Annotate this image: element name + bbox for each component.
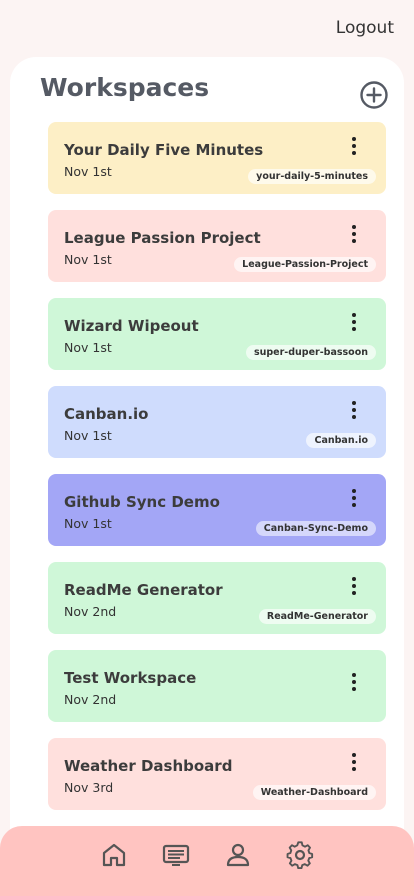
workspace-title: Weather Dashboard bbox=[64, 757, 233, 775]
repo-badge: League-Passion-Project bbox=[234, 257, 376, 272]
settings-icon[interactable] bbox=[286, 841, 314, 870]
workspace-card[interactable]: Canban.io Nov 1st Canban.io bbox=[48, 386, 386, 458]
workspace-card[interactable]: Weather Dashboard Nov 3rd Weather-Dashbo… bbox=[48, 738, 386, 810]
add-workspace-button[interactable] bbox=[359, 80, 389, 110]
workspace-date: Nov 1st bbox=[64, 428, 112, 443]
workspace-title: Your Daily Five Minutes bbox=[64, 141, 264, 159]
more-vertical-icon[interactable] bbox=[344, 670, 364, 694]
workspace-card[interactable]: Test Workspace Nov 2nd bbox=[48, 650, 386, 722]
more-vertical-icon[interactable] bbox=[344, 134, 364, 158]
workspace-date: Nov 1st bbox=[64, 516, 112, 531]
workspace-date: Nov 1st bbox=[64, 340, 112, 355]
home-icon[interactable] bbox=[100, 841, 128, 869]
page-title: Workspaces bbox=[40, 73, 210, 102]
workspace-date: Nov 1st bbox=[64, 164, 112, 179]
workspace-date: Nov 2nd bbox=[64, 692, 117, 707]
user-icon[interactable] bbox=[224, 841, 252, 869]
workspace-card[interactable]: ReadMe Generator Nov 2nd ReadMe-Generato… bbox=[48, 562, 386, 634]
workspace-card[interactable]: Your Daily Five Minutes Nov 1st your-dai… bbox=[48, 122, 386, 194]
more-vertical-icon[interactable] bbox=[344, 750, 364, 774]
workspace-date: Nov 3rd bbox=[64, 780, 114, 795]
repo-badge: super-duper-bassoon bbox=[245, 345, 376, 360]
repo-badge: ReadMe-Generator bbox=[258, 609, 376, 624]
plus-circle-icon bbox=[360, 81, 388, 109]
workspace-title: Test Workspace bbox=[64, 669, 197, 687]
list-icon[interactable] bbox=[162, 841, 190, 869]
workspace-title: Wizard Wipeout bbox=[64, 317, 199, 335]
workspace-card[interactable]: League Passion Project Nov 1st League-Pa… bbox=[48, 210, 386, 282]
workspace-title: Canban.io bbox=[64, 405, 149, 423]
workspaces-panel: Workspaces Your Daily Five Minutes Nov 1… bbox=[10, 57, 404, 837]
repo-badge: Canban-Sync-Demo bbox=[255, 521, 376, 536]
workspace-card[interactable]: Github Sync Demo Nov 1st Canban-Sync-Dem… bbox=[48, 474, 386, 546]
more-vertical-icon[interactable] bbox=[344, 398, 364, 422]
more-vertical-icon[interactable] bbox=[344, 486, 364, 510]
more-vertical-icon[interactable] bbox=[344, 574, 364, 598]
workspace-date: Nov 2nd bbox=[64, 604, 117, 619]
repo-badge: your-daily-5-minutes bbox=[248, 169, 376, 184]
logout-link[interactable]: Logout bbox=[336, 18, 394, 38]
bottom-nav bbox=[0, 826, 414, 896]
repo-badge: Canban.io bbox=[306, 433, 376, 448]
workspace-card[interactable]: Wizard Wipeout Nov 1st super-duper-basso… bbox=[48, 298, 386, 370]
more-vertical-icon[interactable] bbox=[344, 222, 364, 246]
repo-badge: Weather-Dashboard bbox=[252, 785, 376, 800]
workspace-date: Nov 1st bbox=[64, 252, 112, 267]
workspace-title: League Passion Project bbox=[64, 229, 261, 247]
workspace-title: ReadMe Generator bbox=[64, 581, 223, 599]
more-vertical-icon[interactable] bbox=[344, 310, 364, 334]
workspace-title: Github Sync Demo bbox=[64, 493, 220, 511]
